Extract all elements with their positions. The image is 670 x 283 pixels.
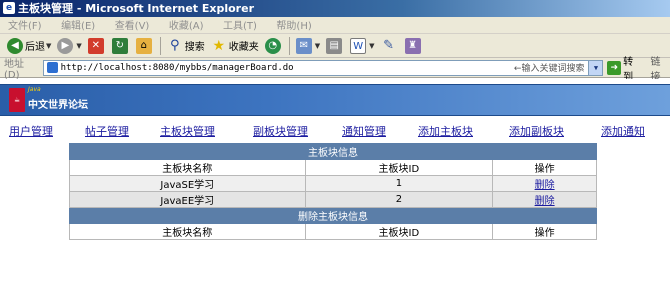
coffee-cup-logo-icon: ☕ — [9, 88, 25, 112]
stop-button[interactable]: ✕ — [85, 35, 109, 57]
refresh-icon: ↻ — [111, 37, 128, 54]
menu-help[interactable]: 帮助(H) — [268, 18, 319, 35]
history-icon: ◔ — [264, 37, 281, 54]
header-board-name: 主板块名称 — [69, 223, 306, 240]
header-action: 操作 — [492, 223, 597, 240]
mail-icon: ✉ — [295, 37, 312, 54]
menu-file[interactable]: 文件(F) — [0, 18, 50, 35]
search-icon: ⚲ — [170, 37, 180, 53]
edit-button[interactable]: W ▼ — [347, 35, 377, 57]
address-label: 地址(D) — [4, 58, 24, 81]
delete-link[interactable]: 删除 — [535, 180, 555, 191]
board-name-cell: JavaSE学习 — [69, 175, 306, 192]
table-row: JavaEE学习 2 删除 — [69, 191, 597, 208]
delete-link[interactable]: 删除 — [535, 196, 555, 207]
logo-text: 中文世界论坛 — [28, 99, 88, 111]
address-dropdown-icon[interactable]: ▼ — [588, 60, 603, 75]
toolbar-separator — [159, 36, 161, 55]
window-title: 主板块管理 - Microsoft Internet Explorer — [18, 2, 254, 15]
nav-notice-management[interactable]: 通知管理 — [342, 123, 386, 139]
home-button[interactable]: ⌂ — [133, 35, 157, 57]
menu-favorites[interactable]: 收藏(A) — [161, 18, 212, 35]
nav-post-management[interactable]: 帖子管理 — [85, 123, 129, 139]
table-caption-row: 删除主板块信息 — [69, 207, 597, 224]
action-cell: 删除 — [492, 175, 597, 192]
menu-edit[interactable]: 编辑(E) — [53, 18, 103, 35]
home-icon: ⌂ — [135, 37, 152, 54]
print-button[interactable]: ▤ — [323, 35, 347, 57]
nav-add-sub-board[interactable]: 添加副板块 — [509, 123, 564, 139]
discuss-button[interactable]: ✎ — [378, 35, 402, 57]
address-search-hint: ←输入关键词搜索 — [513, 64, 585, 74]
edit-dropdown-icon[interactable]: ▼ — [369, 42, 374, 50]
favorites-button[interactable]: ★ 收藏夹 — [208, 35, 262, 57]
page-content: ☕ Java 中文世界论坛 用户管理 帖子管理 主板块管理 副板块管理 通知管理… — [0, 79, 670, 283]
address-bar: 地址(D) http://localhost:8080/mybbs/manage… — [0, 57, 670, 83]
history-button[interactable]: ◔ — [262, 35, 286, 57]
stop-icon: ✕ — [87, 37, 104, 54]
nav-add-notice[interactable]: 添加通知 — [601, 123, 645, 139]
printer-icon: ▤ — [326, 37, 343, 54]
site-header: ☕ Java 中文世界论坛 — [0, 84, 670, 116]
forward-arrow-icon: ▶ — [57, 37, 74, 54]
nav-user-management[interactable]: 用户管理 — [9, 123, 53, 139]
delete-board-caption: 删除主板块信息 — [69, 207, 597, 224]
address-input[interactable]: http://localhost:8080/mybbs/managerBoard… — [42, 59, 604, 76]
toolbar-separator — [288, 36, 290, 55]
menu-tools[interactable]: 工具(T) — [215, 18, 265, 35]
main-board-table: 主板块信息 主板块名称 主板块ID 操作 JavaSE学习 1 删除 JavaE… — [69, 143, 597, 240]
star-icon: ★ — [212, 37, 226, 54]
messenger-button[interactable]: ♜ — [402, 35, 426, 57]
forward-dropdown-icon[interactable]: ▼ — [76, 42, 81, 50]
forward-button[interactable]: ▶ ▼ — [54, 35, 84, 57]
discuss-icon: ✎ — [383, 37, 395, 53]
menu-bar: 文件(F) 编辑(E) 查看(V) 收藏(A) 工具(T) 帮助(H) — [0, 17, 670, 34]
menu-view[interactable]: 查看(V) — [107, 18, 158, 35]
window-titlebar: e 主板块管理 - Microsoft Internet Explorer — [0, 0, 670, 17]
messenger-icon: ♜ — [404, 37, 421, 54]
back-button[interactable]: ◀ 后退 ▼ — [4, 35, 54, 57]
mail-button[interactable]: ✉ ▼ — [293, 35, 323, 57]
address-url[interactable]: http://localhost:8080/mybbs/managerBoard… — [61, 63, 514, 73]
logo-tag: Java — [28, 86, 41, 93]
mail-dropdown-icon[interactable]: ▼ — [315, 42, 320, 50]
search-button[interactable]: ⚲ 搜索 — [164, 35, 208, 57]
refresh-button[interactable]: ↻ — [109, 35, 133, 57]
links-button[interactable]: 链接 — [651, 53, 670, 83]
page-icon — [46, 62, 58, 73]
header-board-id: 主板块ID — [304, 223, 494, 240]
board-name-cell: JavaEE学习 — [69, 191, 306, 208]
go-label: 转到 — [623, 56, 634, 83]
header-action: 操作 — [492, 159, 597, 176]
word-edit-icon: W — [350, 37, 367, 54]
site-logo: ☕ Java 中文世界论坛 — [9, 86, 88, 112]
admin-nav: 用户管理 帖子管理 主板块管理 副板块管理 通知管理 添加主板块 添加副板块 添… — [0, 123, 670, 139]
favorites-label: 收藏夹 — [228, 42, 259, 53]
back-dropdown-icon[interactable]: ▼ — [46, 42, 51, 50]
nav-sub-board-management[interactable]: 副板块管理 — [253, 123, 308, 139]
back-arrow-icon: ◀ — [7, 37, 23, 54]
go-button[interactable]: ➜ 转到 — [607, 53, 642, 83]
go-arrow-icon: ➜ — [607, 60, 622, 75]
board-id-cell: 2 — [304, 191, 494, 208]
browser-toolbar: ◀ 后退 ▼ ▶ ▼ ✕ ↻ ⌂ ⚲ 搜索 ★ 收藏夹 ◔ ✉ ▼ ▤ W ▼ … — [0, 34, 670, 58]
search-label: 搜索 — [184, 42, 205, 53]
table-header-row: 主板块名称 主板块ID 操作 — [69, 223, 597, 240]
board-id-cell: 1 — [304, 175, 494, 192]
header-board-name: 主板块名称 — [69, 159, 306, 176]
ie-logo-icon: e — [3, 2, 15, 14]
table-header-row: 主板块名称 主板块ID 操作 — [69, 159, 597, 176]
action-cell: 删除 — [492, 191, 597, 208]
table-caption-row: 主板块信息 — [69, 143, 597, 160]
header-board-id: 主板块ID — [304, 159, 494, 176]
main-board-caption: 主板块信息 — [69, 143, 597, 160]
nav-add-main-board[interactable]: 添加主板块 — [418, 123, 473, 139]
back-label: 后退 — [25, 42, 45, 53]
table-row: JavaSE学习 1 删除 — [69, 175, 597, 192]
nav-main-board-management[interactable]: 主板块管理 — [160, 123, 215, 139]
